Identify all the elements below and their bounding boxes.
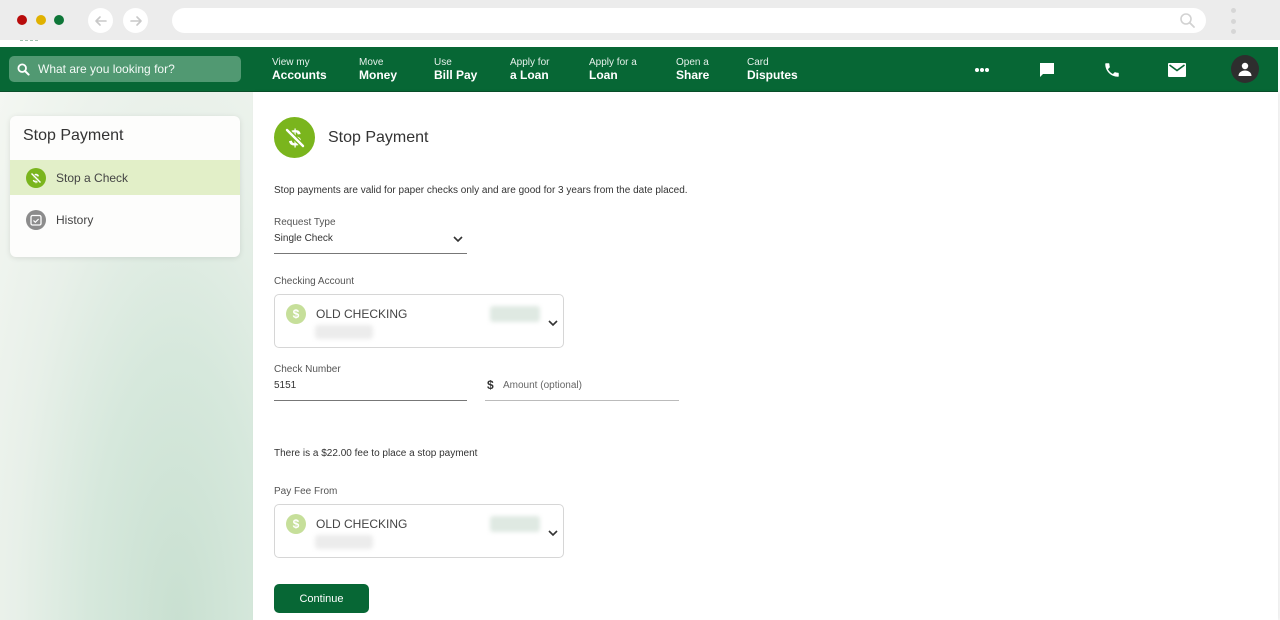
arrow-right-icon bbox=[129, 15, 142, 26]
nav-view-accounts[interactable]: View my Accounts bbox=[272, 56, 327, 82]
page-title: Stop Payment bbox=[328, 129, 429, 146]
search-icon bbox=[17, 62, 30, 76]
currency-symbol: $ bbox=[487, 378, 494, 392]
account-name: OLD CHECKING bbox=[316, 517, 408, 531]
sidebar-card: Stop Payment $ Stop a Check History bbox=[10, 116, 240, 257]
continue-button[interactable]: Continue bbox=[274, 584, 369, 613]
sidebar-item-label: Stop a Check bbox=[56, 170, 129, 185]
chat-icon bbox=[1040, 63, 1054, 77]
page: What are you looking for? View my Accoun… bbox=[0, 40, 1280, 620]
account-number-redacted bbox=[315, 325, 373, 339]
sidebar-item-stop-a-check[interactable]: $ Stop a Check bbox=[10, 160, 240, 195]
nav-apply-loan-1[interactable]: Apply for a Loan bbox=[510, 56, 549, 82]
account-number-redacted bbox=[315, 535, 373, 549]
search-placeholder: What are you looking for? bbox=[38, 62, 175, 76]
chat-button[interactable] bbox=[1035, 58, 1059, 82]
mail-icon bbox=[1168, 63, 1186, 77]
browser-chrome bbox=[0, 0, 1280, 40]
more-icon bbox=[975, 68, 989, 72]
main-content: $ Stop Payment Stop payments are valid f… bbox=[253, 92, 1278, 620]
sidebar-title: Stop Payment bbox=[23, 127, 124, 144]
phone-icon bbox=[1105, 63, 1119, 77]
nav-open-share[interactable]: Open a Share bbox=[676, 56, 709, 82]
notice-text: Stop payments are valid for paper checks… bbox=[274, 185, 688, 196]
nav-bill-pay[interactable]: Use Bill Pay bbox=[434, 56, 477, 82]
no-dollar-icon: $ bbox=[26, 167, 46, 188]
check-number-label: Check Number bbox=[274, 364, 341, 375]
pay-fee-from-select[interactable]: $ OLD CHECKING bbox=[274, 504, 564, 558]
mail-button[interactable] bbox=[1165, 58, 1189, 82]
dollar-icon: $ bbox=[286, 304, 306, 324]
nav-apply-loan-2[interactable]: Apply for a Loan bbox=[589, 56, 637, 82]
checking-account-select[interactable]: $ OLD CHECKING bbox=[274, 294, 564, 348]
user-icon bbox=[1238, 62, 1252, 76]
chevron-down-icon bbox=[548, 320, 558, 327]
account-name: OLD CHECKING bbox=[316, 307, 408, 321]
arrow-left-icon bbox=[94, 15, 107, 26]
fee-notice: There is a $22.00 fee to place a stop pa… bbox=[274, 448, 478, 459]
nav-card-disputes[interactable]: Card Disputes bbox=[747, 56, 798, 82]
search-icon bbox=[1180, 13, 1195, 28]
phone-button[interactable] bbox=[1100, 58, 1124, 82]
account-balance-redacted bbox=[490, 516, 540, 532]
stop-payment-icon: $ bbox=[274, 117, 315, 158]
search-input[interactable]: What are you looking for? bbox=[9, 56, 241, 82]
window-close-button[interactable] bbox=[17, 15, 27, 25]
dollar-icon: $ bbox=[286, 514, 306, 534]
check-number-value: 5151 bbox=[274, 380, 297, 391]
browser-back-button[interactable] bbox=[88, 8, 113, 33]
chevron-down-icon bbox=[548, 530, 558, 537]
amount-placeholder: Amount (optional) bbox=[503, 380, 582, 391]
checking-account-label: Checking Account bbox=[274, 276, 355, 287]
request-type-label: Request Type bbox=[274, 217, 336, 228]
top-navigation: What are you looking for? View my Accoun… bbox=[0, 47, 1278, 92]
window-maximize-button[interactable] bbox=[54, 15, 64, 25]
request-type-value: Single Check bbox=[274, 233, 333, 244]
window-minimize-button[interactable] bbox=[36, 15, 46, 25]
sidebar-item-history[interactable]: History bbox=[10, 202, 240, 237]
chevron-down-icon bbox=[453, 236, 463, 243]
account-balance-redacted bbox=[490, 306, 540, 322]
sidebar-item-label: History bbox=[56, 212, 94, 227]
address-bar[interactable] bbox=[172, 8, 1206, 33]
browser-menu-button[interactable] bbox=[1229, 8, 1237, 34]
browser-forward-button[interactable] bbox=[123, 8, 148, 33]
nav-move-money[interactable]: Move Money bbox=[359, 56, 397, 82]
profile-button[interactable] bbox=[1231, 55, 1259, 83]
pay-fee-from-label: Pay Fee From bbox=[274, 486, 338, 497]
more-button[interactable] bbox=[970, 58, 994, 82]
calendar-check-icon bbox=[26, 209, 46, 230]
logo-fragment bbox=[20, 40, 38, 42]
